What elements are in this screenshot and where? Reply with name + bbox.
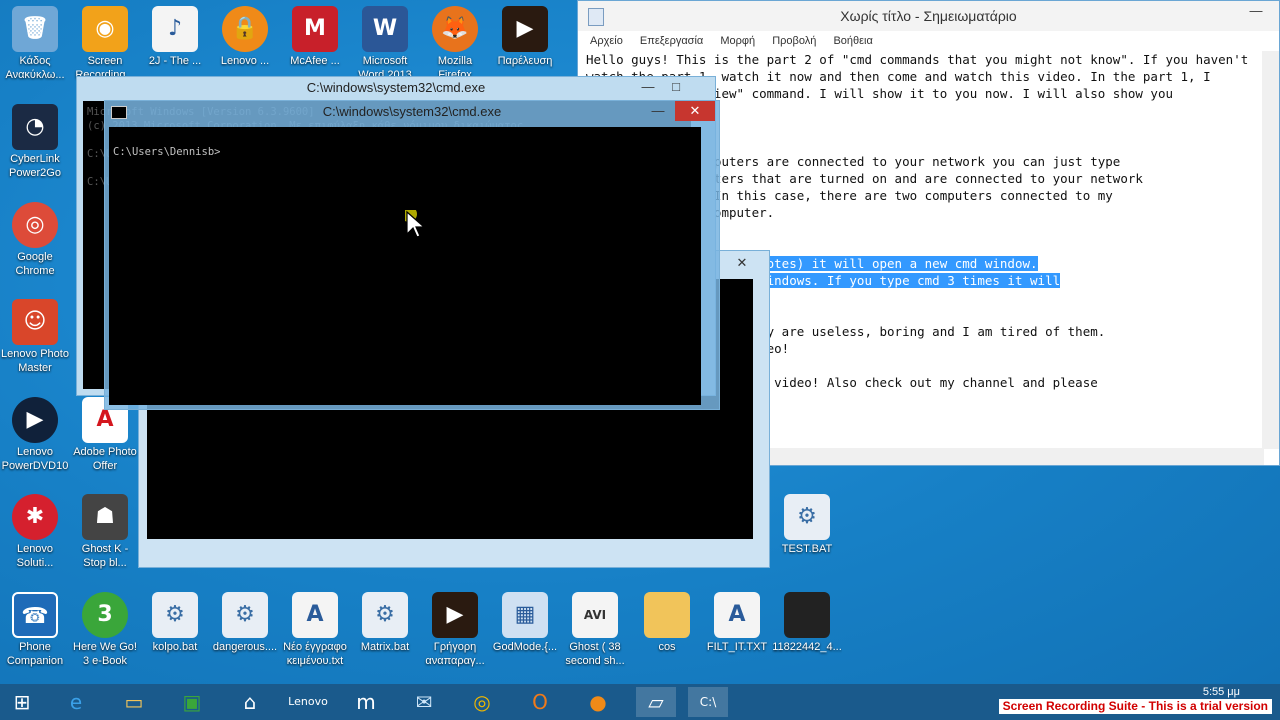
desktop-icon-ghost-avi[interactable]: AVI Ghost ( 38 second sh... [560, 592, 630, 668]
trial-watermark: Screen Recording Suite - This is a trial… [998, 699, 1272, 714]
photo-master-icon: ☺ [12, 299, 58, 345]
chrome-taskbar-icon[interactable]: ◎ [462, 687, 502, 717]
cmd-taskbar-icon[interactable]: C:\ [688, 687, 728, 717]
mcafee-icon: M [292, 6, 338, 52]
menu-edit[interactable]: Επεξεργασία [640, 35, 703, 47]
xray-image-icon: ☗ [82, 494, 128, 540]
phone-companion-icon: ☎ [12, 592, 58, 638]
window-icon[interactable]: ▱ [636, 687, 676, 717]
folder-icon [644, 592, 690, 638]
notepad-vertical-scrollbar[interactable] [1262, 51, 1279, 449]
desktop-icon-chrome[interactable]: ◎ Google Chrome [0, 202, 70, 278]
video-file-icon: ▶ [502, 6, 548, 52]
powerdvd-icon: ▶ [12, 397, 58, 443]
firefox-taskbar-icon[interactable]: ● [578, 687, 618, 717]
home-icon[interactable]: ⌂ [230, 687, 270, 717]
office-icon[interactable]: O [520, 687, 560, 717]
cmd-front-console[interactable]: C:\Users\Dennisb> [109, 127, 701, 405]
cmd-back-title: C:\windows\system32\cmd.exe [306, 80, 486, 95]
cmd-back-minimize-button[interactable]: — [633, 77, 663, 97]
desktop-icon-godmode[interactable]: ▦ GodMode.{... [490, 592, 560, 668]
menu-view[interactable]: Προβολή [772, 35, 816, 47]
cmd-back-maximize-button[interactable]: □ [661, 77, 691, 97]
desktop-icon-cos-folder[interactable]: cos [632, 592, 702, 668]
video-file-icon: ▶ [432, 592, 478, 638]
cmd-front-titlebar[interactable]: C:\windows\system32\cmd.exe — ✕ [105, 101, 719, 123]
notepad-minimize-button[interactable]: — [1233, 1, 1279, 21]
desktop-icon-lenovo[interactable]: 🔒 Lenovo ... [210, 6, 280, 82]
cmd-front-minimize-button[interactable]: — [643, 101, 673, 121]
lenovo-solutions-icon: ✱ [12, 494, 58, 540]
recycle-bin-icon: 🗑 [12, 6, 58, 52]
desktop-icon-phone-companion[interactable]: ☎ Phone Companion [0, 592, 70, 668]
mail-icon[interactable]: m [346, 687, 386, 717]
outlook-icon[interactable]: ✉ [404, 687, 444, 717]
desktop-icon-mcafee[interactable]: M McAfee ... [280, 6, 350, 82]
desktop-icon-new-text[interactable]: A Νέο έγγραφο κειμένου.txt [280, 592, 350, 668]
notepad-title: Χωρίς τίτλο - Σημειωματάριο [840, 8, 1017, 24]
store-icon[interactable]: ▣ [172, 687, 212, 717]
menu-help[interactable]: Βοήθεια [833, 35, 872, 47]
notepad-menubar: Αρχείο Επεξεργασία Μορφή Προβολή Βοήθεια [578, 31, 1279, 51]
bat-file-icon: ⚙ [152, 592, 198, 638]
menu-file[interactable]: Αρχείο [590, 35, 623, 47]
cmd-front-close-button[interactable]: ✕ [675, 101, 715, 121]
desktop-icon-image[interactable]: 11822442_4... [772, 592, 842, 668]
desktop-icon-word[interactable]: W Microsoft Word 2013 [350, 6, 420, 82]
control-panel-icon: ▦ [502, 592, 548, 638]
desktop-icon-filt-it[interactable]: A FILT_IT.TXT [702, 592, 772, 668]
desktop-icon-dangerous[interactable]: ⚙ dangerous.... [210, 592, 280, 668]
word-icon: W [362, 6, 408, 52]
desktop-icon-2j[interactable]: ♪ 2J - The ... [140, 6, 210, 82]
cmd-front-title: C:\windows\system32\cmd.exe [322, 104, 502, 119]
bat-file-icon: ⚙ [362, 592, 408, 638]
avi-file-icon: AVI [572, 592, 618, 638]
desktop-icon-video[interactable]: ▶ Παρέλευση [490, 6, 560, 82]
desktop-icon-screen-recording[interactable]: ◉ Screen Recording... [70, 6, 140, 82]
desktop-icon-quick-play[interactable]: ▶ Γρήγορη αναπαραγ... [420, 592, 490, 668]
desktop-icon-power2go[interactable]: ◔ CyberLink Power2Go [0, 104, 70, 180]
bat-file-icon: ⚙ [222, 592, 268, 638]
desktop-icon-photo-master[interactable]: ☺ Lenovo Photo Master [0, 299, 70, 375]
notepad-titlebar[interactable]: Χωρίς τίτλο - Σημειωματάριο — [578, 1, 1279, 31]
cmd-third-close-button[interactable]: ✕ [727, 253, 757, 273]
clock[interactable]: 5:55 μμ [1203, 686, 1240, 698]
desktop-icon-recycle-bin[interactable]: 🗑 Κάδος Ανακύκλω... [0, 6, 70, 82]
ie-icon[interactable]: e [56, 687, 96, 717]
menu-format[interactable]: Μορφή [720, 35, 755, 47]
cmd-icon [111, 106, 127, 119]
explorer-icon[interactable]: ▭ [114, 687, 154, 717]
image-file-icon [784, 592, 830, 638]
desktop-icon-test-bat[interactable]: ⚙ TEST.BAT [772, 494, 842, 570]
cmd-window-front[interactable]: C:\windows\system32\cmd.exe — ✕ C:\Users… [104, 100, 720, 410]
mouse-cursor-icon [405, 210, 426, 238]
lenovo-icon[interactable]: Lenovo [288, 687, 328, 717]
desktop-icon-kolpo-bat[interactable]: ⚙ kolpo.bat [140, 592, 210, 668]
power2go-icon: ◔ [12, 104, 58, 150]
start-icon[interactable]: ⊞ [2, 687, 42, 717]
firefox-icon: 🦊 [432, 6, 478, 52]
cmd-back-titlebar[interactable]: C:\windows\system32\cmd.exe — □ [77, 77, 715, 99]
desktop-icon-firefox[interactable]: 🦊 Mozilla Firefox [420, 6, 490, 82]
desktop-icon-matrix-bat[interactable]: ⚙ Matrix.bat [350, 592, 420, 668]
chrome-icon: ◎ [12, 202, 58, 248]
lenovo-lock-icon: 🔒 [222, 6, 268, 52]
desktop-icon-powerdvd[interactable]: ▶ Lenovo PowerDVD10 [0, 397, 70, 473]
console-line: C:\Users\Dennisb> [113, 146, 221, 158]
notepad-line: Hello guys! This is the part 2 of "cmd c… [586, 52, 1249, 67]
ebook-icon: 3 [82, 592, 128, 638]
desktop[interactable]: 🗑 Κάδος Ανακύκλω... ◉ Screen Recording..… [0, 0, 1280, 684]
screen-recorder-icon: ◉ [82, 6, 128, 52]
wav-file-icon: ♪ [152, 6, 198, 52]
desktop-icon-ghost-k[interactable]: ☗ Ghost K - Stop bl... [70, 494, 140, 570]
text-file-icon: A [714, 592, 760, 638]
desktop-icon-ebook[interactable]: 3 Here We Go! 3 e-Book [70, 592, 140, 668]
bat-file-icon: ⚙ [784, 494, 830, 540]
text-file-icon: A [292, 592, 338, 638]
notepad-icon [588, 8, 604, 26]
desktop-icon-lenovo-solutions[interactable]: ✱ Lenovo Soluti... [0, 494, 70, 570]
